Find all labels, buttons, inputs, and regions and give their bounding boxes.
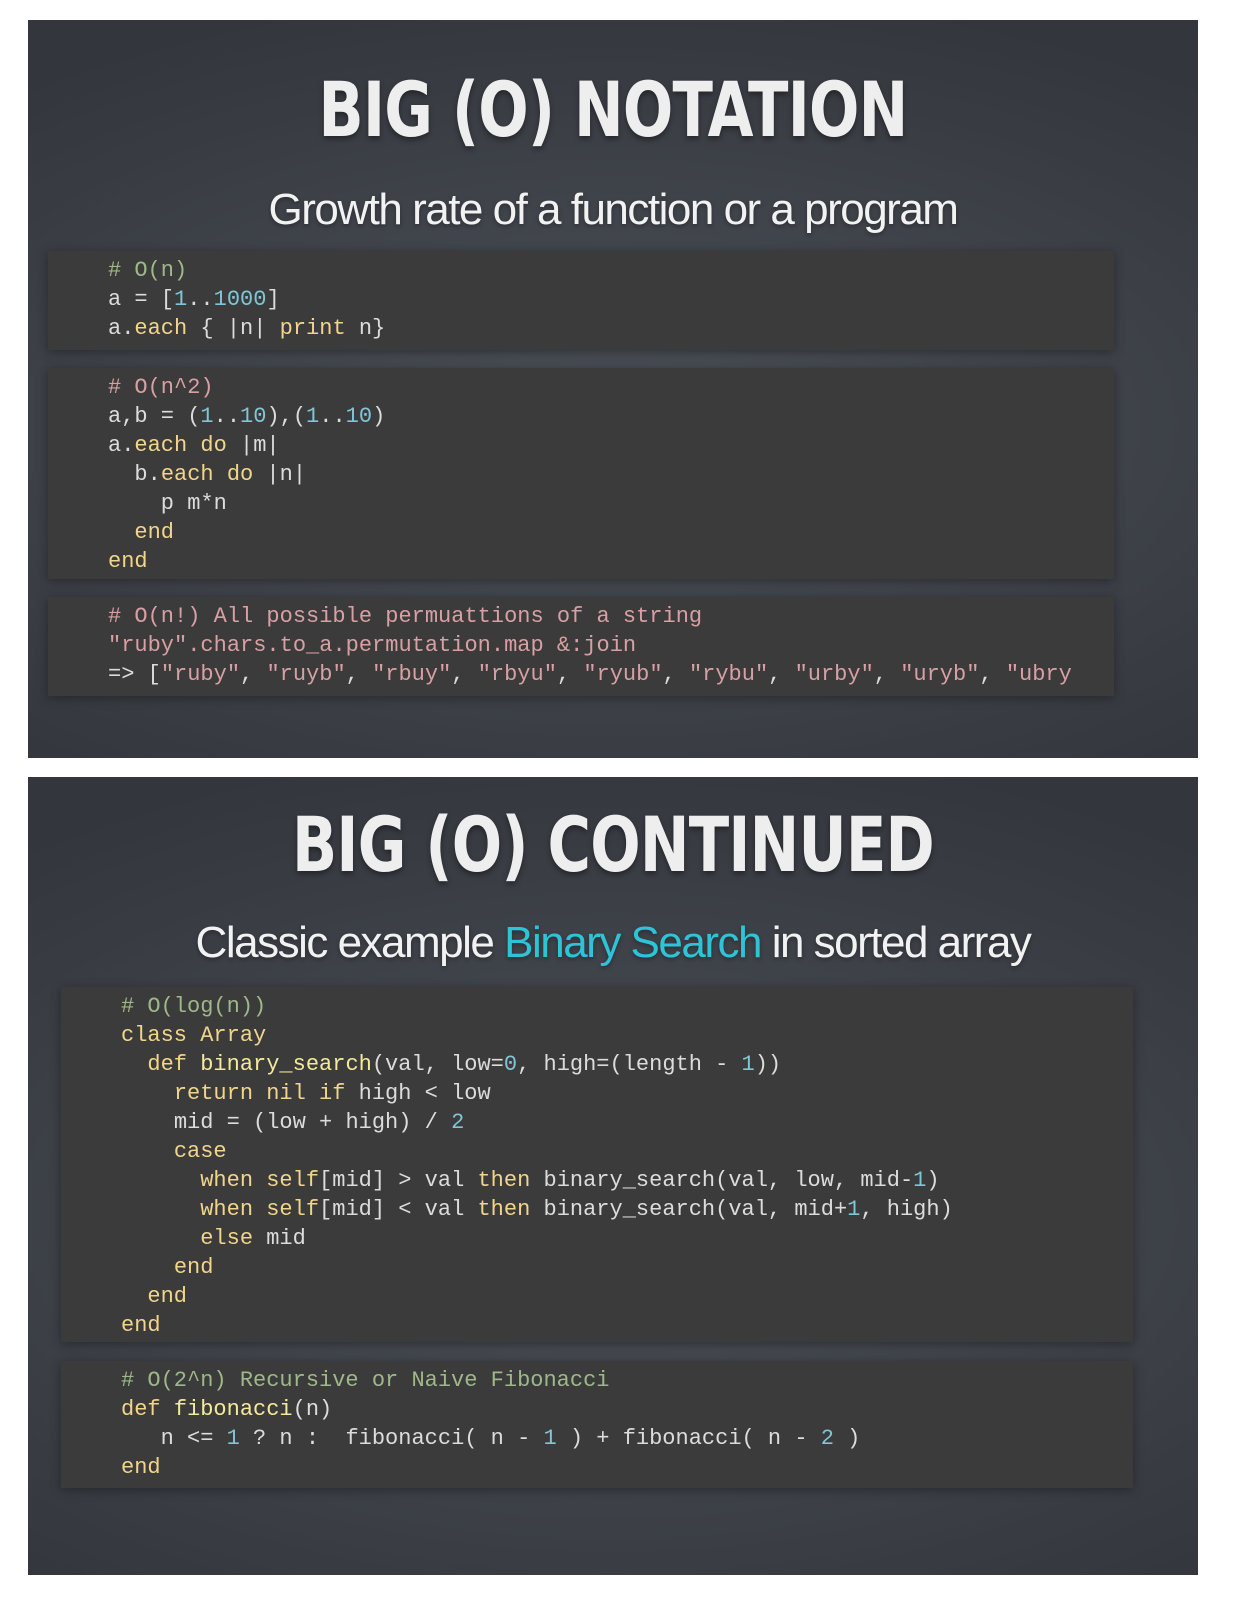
code-text: # O(n!) All possible permuattions of a s… <box>108 604 1072 687</box>
slide-title: BIG (O) NOTATION <box>318 65 909 154</box>
code-block-fibonacci: # O(2^n) Recursive or Naive Fibonacci de… <box>61 1361 1133 1488</box>
slide-big-o-notation: BIG (O) NOTATION Growth rate of a functi… <box>28 20 1198 758</box>
code-text: # O(2^n) Recursive or Naive Fibonacci de… <box>121 1368 861 1480</box>
code-text: # O(n) a = [1..1000] a.each { |n| print … <box>108 258 386 341</box>
slide-big-o-continued: BIG (O) CONTINUED Classic example Binary… <box>28 777 1198 1575</box>
code-block-o-n: # O(n) a = [1..1000] a.each { |n| print … <box>48 251 1114 350</box>
code-text: # O(n^2) a,b = (1..10),(1..10) a.each do… <box>108 375 386 574</box>
code-block-o-n-factorial: # O(n!) All possible permuattions of a s… <box>48 597 1114 696</box>
code-text: # O(log(n)) class Array def binary_searc… <box>121 994 953 1338</box>
slide-subtitle: Classic example Binary Search in sorted … <box>195 918 1032 967</box>
slide-subtitle: Growth rate of a function or a program <box>268 185 959 234</box>
code-block-binary-search: # O(log(n)) class Array def binary_searc… <box>61 987 1133 1342</box>
code-block-o-n-squared: # O(n^2) a,b = (1..10),(1..10) a.each do… <box>48 368 1114 579</box>
subtitle-highlight: Binary Search <box>504 918 762 967</box>
slide-title: BIG (O) CONTINUED <box>292 800 935 889</box>
